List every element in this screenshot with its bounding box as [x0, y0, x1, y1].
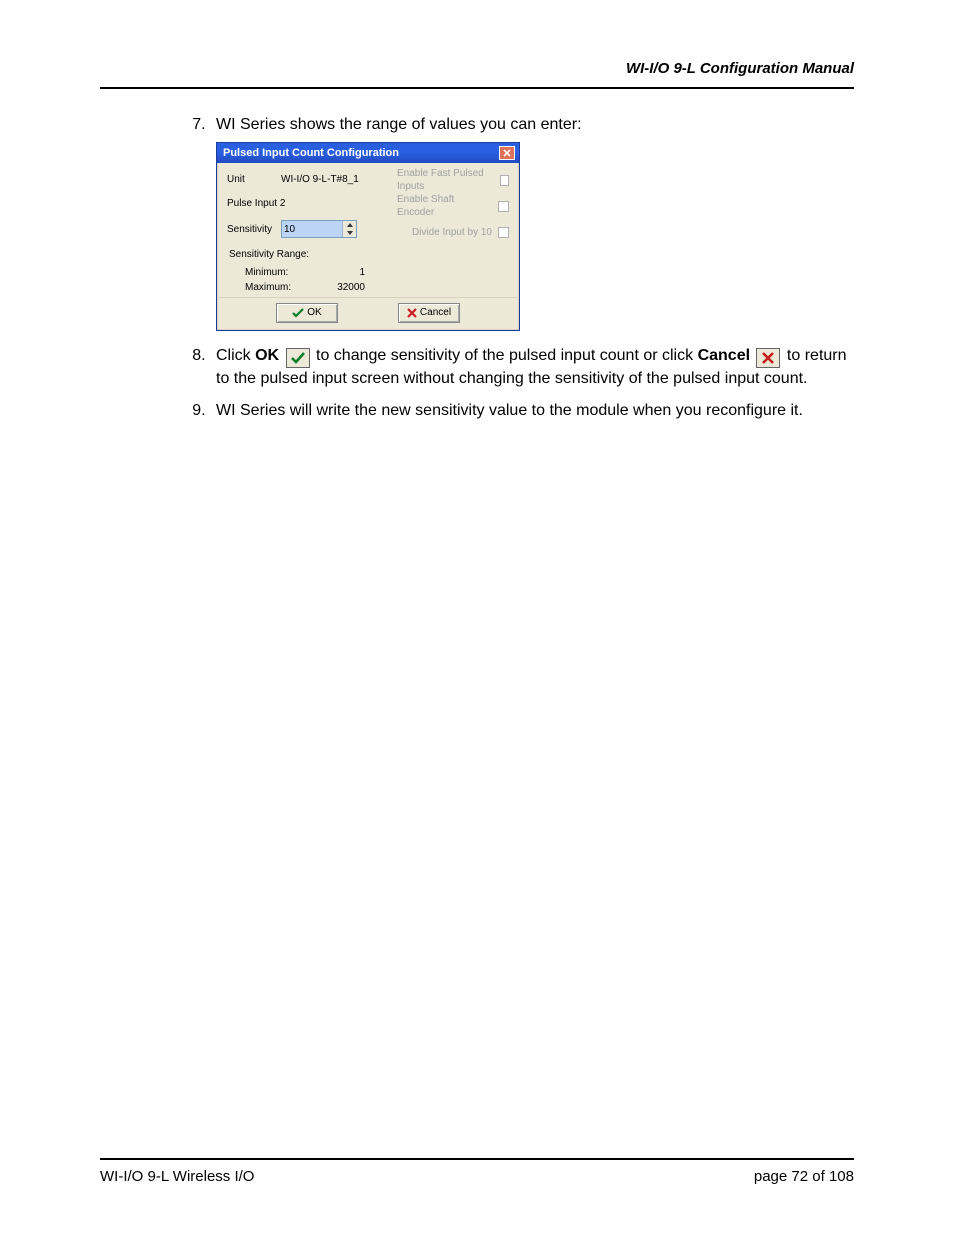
range-title: Sensitivity Range: — [229, 248, 387, 262]
spinner-up-icon[interactable] — [343, 221, 356, 229]
sensitivity-label: Sensitivity — [227, 223, 281, 237]
footer-page-total: 108 — [829, 1168, 854, 1185]
check-icon — [292, 308, 304, 318]
footer-page-current: 72 — [791, 1168, 808, 1185]
step-9-text: WI Series will write the new sensitivity… — [216, 402, 803, 419]
opt-fast-checkbox[interactable] — [500, 175, 509, 186]
step-9: WI Series will write the new sensitivity… — [210, 400, 854, 422]
opt-shaft-checkbox[interactable] — [498, 201, 509, 212]
min-value: 1 — [359, 266, 365, 280]
pulsed-input-dialog: Pulsed Input Count Configuration Unit WI… — [216, 142, 520, 331]
unit-value: WI-I/O 9-L-T#8_1 — [281, 173, 359, 187]
sensitivity-input[interactable] — [282, 221, 342, 237]
footer-page-of: of — [808, 1168, 829, 1185]
sensitivity-spinner[interactable] — [281, 220, 357, 238]
dialog-title: Pulsed Input Count Configuration — [223, 146, 399, 161]
spinner-down-icon[interactable] — [343, 229, 356, 237]
cancel-button-label: Cancel — [420, 306, 451, 320]
footer-right: page 72 of 108 — [754, 1168, 854, 1185]
pulse-input-label: Pulse Input 2 — [227, 197, 285, 211]
step-8-ok: OK — [255, 347, 279, 364]
footer-page-prefix: page — [754, 1168, 792, 1185]
ok-button-label: OK — [307, 306, 321, 320]
step-8-mid: to change sensitivity of the pulsed inpu… — [312, 347, 698, 364]
step-7-text: WI Series shows the range of values you … — [216, 116, 582, 133]
opt-divide-label: Divide Input by 10 — [412, 226, 492, 240]
step-8-pre: Click — [216, 347, 255, 364]
close-icon[interactable] — [499, 146, 515, 160]
max-label: Maximum: — [245, 281, 291, 295]
step-8-cancel: Cancel — [698, 347, 750, 364]
footer-rule — [100, 1158, 854, 1160]
header-rule — [100, 87, 854, 89]
cancel-button[interactable]: Cancel — [398, 303, 460, 323]
unit-label: Unit — [227, 173, 281, 187]
min-label: Minimum: — [245, 266, 288, 280]
doc-header-title: WI-I/O 9-L Configuration Manual — [100, 60, 854, 77]
opt-divide-checkbox[interactable] — [498, 227, 509, 238]
footer-left: WI-I/O 9-L Wireless I/O — [100, 1168, 254, 1185]
inline-check-icon — [286, 348, 310, 368]
max-value: 32000 — [337, 281, 365, 295]
x-icon — [407, 308, 417, 318]
step-8: Click OK to change sensitivity of the pu… — [210, 345, 854, 390]
opt-fast-label: Enable Fast Pulsed Inputs — [397, 167, 494, 194]
inline-x-icon — [756, 348, 780, 368]
step-7: WI Series shows the range of values you … — [210, 114, 854, 331]
dialog-titlebar: Pulsed Input Count Configuration — [217, 143, 519, 164]
ok-button[interactable]: OK — [276, 303, 338, 323]
instruction-list: WI Series shows the range of values you … — [100, 114, 854, 421]
opt-shaft-label: Enable Shaft Encoder — [397, 193, 492, 220]
